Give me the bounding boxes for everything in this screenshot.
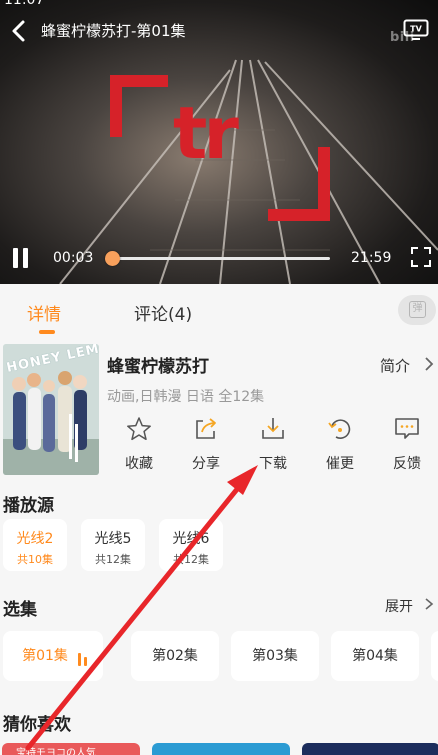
video-brand-logo: tr bbox=[110, 75, 332, 223]
tab-comments[interactable]: 评论(4) bbox=[134, 300, 192, 325]
feedback-button[interactable]: 反馈 bbox=[384, 416, 430, 474]
source-card[interactable]: 光线2 共10集 bbox=[3, 519, 67, 571]
logo-text: tr bbox=[173, 91, 239, 175]
video-title: 蜂蜜柠檬苏打-第01集 bbox=[41, 22, 186, 40]
episode-card[interactable]: 第01集 bbox=[3, 631, 103, 681]
recommend-item[interactable]: 宝特モヨコの人気 bbox=[2, 743, 140, 755]
feedback-label: 反馈 bbox=[393, 456, 421, 472]
sources-title: 播放源 bbox=[3, 496, 54, 516]
fullscreen-icon[interactable] bbox=[411, 247, 431, 267]
urge-update-button[interactable]: 催更 bbox=[317, 416, 363, 474]
seek-bar[interactable] bbox=[104, 251, 330, 266]
source-name: 光线2 bbox=[16, 531, 54, 547]
episode-card[interactable]: 第03集 bbox=[231, 631, 319, 681]
recommend-title: 猜你喜欢 bbox=[3, 715, 71, 735]
active-tab-indicator bbox=[39, 330, 55, 334]
source-card[interactable]: 光线5 共12集 bbox=[81, 519, 145, 571]
source-episode-count: 共12集 bbox=[95, 553, 131, 566]
expand-episodes-link[interactable]: 展开 bbox=[385, 596, 413, 616]
back-arrow-icon[interactable] bbox=[8, 18, 30, 44]
star-icon bbox=[127, 417, 151, 441]
show-poster[interactable]: HONEY LEMON Soda bbox=[3, 344, 99, 475]
status-bar-time: 11:07 bbox=[4, 0, 45, 8]
tab-details[interactable]: 详情 bbox=[27, 300, 61, 325]
source-name: 光线6 bbox=[172, 531, 210, 547]
source-episode-count: 共12集 bbox=[173, 553, 209, 566]
total-duration: 21:59 bbox=[351, 250, 392, 266]
refresh-icon bbox=[328, 419, 351, 439]
recommend-item[interactable] bbox=[152, 743, 290, 755]
source-card[interactable]: 光线6 共12集 bbox=[159, 519, 223, 571]
source-episode-count: 共10集 bbox=[17, 553, 53, 566]
detail-tabs: 详情 评论(4) bbox=[0, 284, 438, 336]
show-title: 蜂蜜柠檬苏打 bbox=[107, 357, 209, 377]
now-playing-icon bbox=[78, 652, 92, 666]
episodes-title: 选集 bbox=[3, 600, 37, 620]
source-name: 光线5 bbox=[94, 531, 132, 547]
bilibili-watermark: bili bbox=[390, 30, 415, 45]
seek-bar-handle[interactable] bbox=[104, 251, 120, 266]
video-player[interactable]: 11:07 蜂蜜柠檬苏打-第01集 TV bili tr 00:03 21:59 bbox=[0, 0, 438, 284]
feedback-icon bbox=[395, 418, 419, 439]
recommend-item[interactable] bbox=[302, 743, 438, 755]
intro-link[interactable]: 简介 bbox=[380, 355, 410, 376]
episode-name: 第03集 bbox=[252, 648, 298, 664]
show-meta: 动画,日韩漫 日语 全12集 bbox=[107, 389, 265, 405]
share-icon bbox=[196, 418, 216, 439]
elapsed-time: 00:03 bbox=[53, 250, 94, 266]
recommend-caption: 宝特モヨコの人気 bbox=[16, 748, 96, 755]
episode-card-partial[interactable] bbox=[431, 631, 438, 681]
download-button[interactable]: 下载 bbox=[250, 416, 296, 474]
pause-icon[interactable] bbox=[11, 248, 31, 268]
chevron-right-icon[interactable] bbox=[423, 356, 435, 372]
share-label: 分享 bbox=[192, 456, 220, 472]
download-icon bbox=[262, 418, 284, 439]
urge-update-label: 催更 bbox=[326, 456, 354, 472]
download-label: 下载 bbox=[259, 456, 287, 472]
danmaku-toggle-button[interactable]: 弹 bbox=[398, 295, 436, 325]
favorite-label: 收藏 bbox=[125, 456, 153, 472]
episode-card[interactable]: 第04集 bbox=[331, 631, 419, 681]
episode-name: 第04集 bbox=[352, 648, 398, 664]
chevron-right-icon[interactable] bbox=[424, 597, 434, 611]
favorite-button[interactable]: 收藏 bbox=[116, 416, 162, 474]
share-button[interactable]: 分享 bbox=[183, 416, 229, 474]
danmaku-toggle-icon: 弹 bbox=[409, 301, 426, 318]
episode-name: 第02集 bbox=[152, 648, 198, 664]
episode-card[interactable]: 第02集 bbox=[131, 631, 219, 681]
